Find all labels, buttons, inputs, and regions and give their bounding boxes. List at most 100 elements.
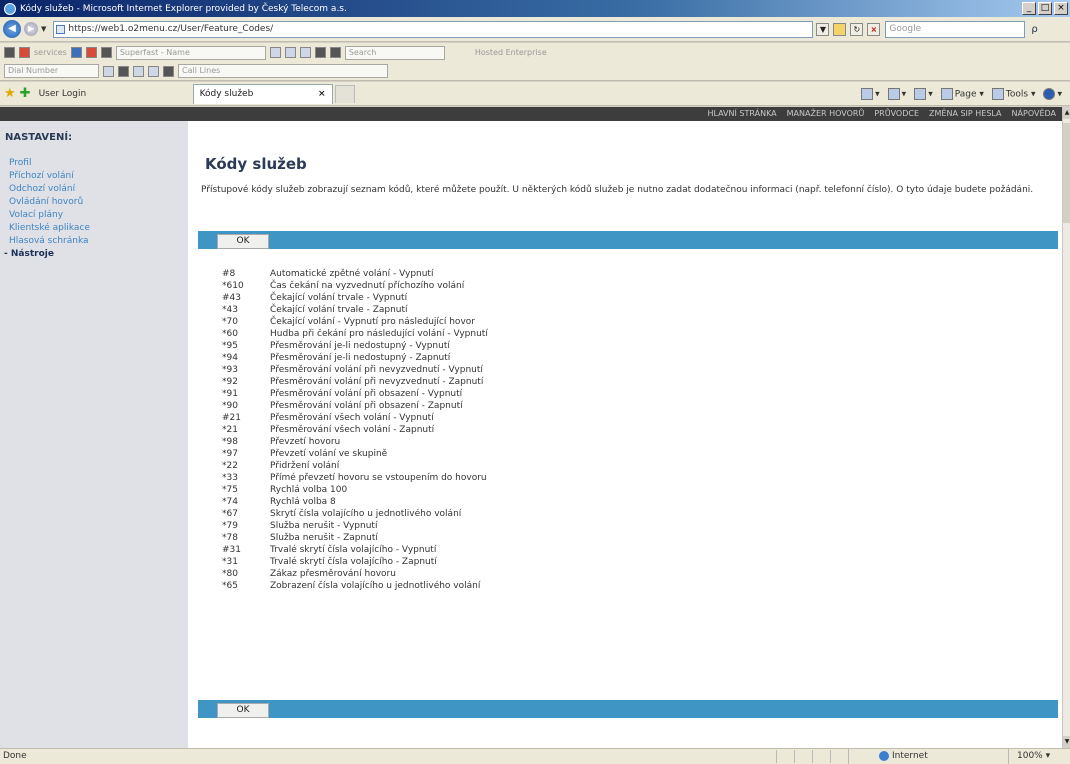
add-favorite-icon[interactable]: ✚ xyxy=(20,86,31,101)
address-bar[interactable]: https://web1.o2menu.cz/User/Feature_Code… xyxy=(53,20,814,38)
toolbar-row-1: services Superfast - Name Search Hosted … xyxy=(0,43,1070,62)
action-bar-top: OK xyxy=(198,231,1058,249)
lock-icon[interactable] xyxy=(833,22,847,36)
home-icon[interactable]: ▾ xyxy=(861,87,880,100)
sidebar-item-nastroje[interactable]: - Nástroje xyxy=(0,248,188,261)
code-value: *75 xyxy=(222,485,238,495)
toolbar-icon-7[interactable] xyxy=(284,47,296,58)
sidebar-item-prichozi[interactable]: Příchozí volání xyxy=(0,170,188,183)
code-value: *60 xyxy=(222,329,238,339)
search-icon[interactable]: ρ xyxy=(1031,24,1037,35)
code-value: *78 xyxy=(222,533,238,543)
toolbar-dropdown-name[interactable]: Superfast - Name xyxy=(115,45,266,60)
hangup-icon[interactable] xyxy=(163,65,174,77)
sidebar-item-klientske[interactable]: Klientské aplikace xyxy=(0,222,188,235)
sidebar-item-ovladani[interactable]: Ovládání hovorů xyxy=(0,196,188,209)
ok-button-top[interactable]: OK xyxy=(217,234,269,249)
page-description: Přístupové kódy služeb zobrazují seznam … xyxy=(201,185,1034,195)
status-pane xyxy=(830,750,848,763)
tools-menu[interactable]: Tools ▾ xyxy=(991,87,1035,100)
page-icon xyxy=(56,24,66,34)
page-scrollbar[interactable]: ▲ ▼ xyxy=(1062,107,1070,748)
toolbar-icon-2[interactable] xyxy=(19,47,30,58)
nav-napoveda[interactable]: NÁPOVĚDA xyxy=(1012,107,1056,121)
minimize-button[interactable]: _ xyxy=(1022,2,1036,15)
toolbar-icon-9[interactable] xyxy=(314,47,326,58)
sidebar-item-hlasova[interactable]: Hlasová schránka xyxy=(0,235,188,248)
toolbar-label-services[interactable]: services xyxy=(34,48,67,57)
status-pane xyxy=(794,750,812,763)
sidebar-item-odchozi[interactable]: Odchozí volání xyxy=(0,183,188,196)
stop-icon[interactable]: × xyxy=(867,22,881,36)
toolbar-label-hosted[interactable]: Hosted Enterprise xyxy=(475,48,547,57)
print-icon[interactable]: ▾ xyxy=(914,87,933,100)
transfer-icon[interactable] xyxy=(133,65,144,77)
toolbar-icon-10[interactable] xyxy=(329,47,341,58)
dial-number-dropdown[interactable]: Dial Number xyxy=(4,64,99,78)
toolbar-icon-1[interactable] xyxy=(4,47,15,58)
new-tab-button[interactable] xyxy=(334,84,355,103)
tab-close-icon[interactable]: × xyxy=(318,85,326,104)
code-value: *94 xyxy=(222,353,238,363)
code-value: *80 xyxy=(222,569,238,579)
address-dropdown-icon[interactable]: ▼ xyxy=(816,22,830,36)
ie-icon xyxy=(4,2,16,15)
nav-zmena-sip-hesla[interactable]: ZMĚNA SIP HESLA xyxy=(929,107,1002,121)
nav-pruvodce[interactable]: PRŮVODCE xyxy=(874,107,919,121)
code-row: *75 Rychlá volba 100 xyxy=(222,484,822,496)
scroll-thumb[interactable] xyxy=(1063,123,1070,223)
code-description: Přímé převzetí hovoru se vstoupením do h… xyxy=(270,473,487,483)
code-value: *610 xyxy=(222,281,244,291)
sidebar-item-volaci-plany[interactable]: Volací plány xyxy=(0,209,188,222)
nav-hlavni-stranka[interactable]: HLAVNÍ STRÁNKA xyxy=(707,107,776,121)
hold-icon[interactable] xyxy=(118,65,129,77)
code-row: #43 Čekající volání trvale - Vypnutí xyxy=(222,292,822,304)
nav-manazer-hovoru[interactable]: MANAŽER HOVORŮ xyxy=(787,107,865,121)
toolbar-search-input[interactable]: Search xyxy=(344,45,445,60)
toolbar-icon-8[interactable] xyxy=(299,47,311,58)
status-pane xyxy=(776,750,794,763)
security-zone[interactable]: Internet xyxy=(848,749,1008,764)
maximize-button[interactable]: □ xyxy=(1038,2,1052,15)
toolbar-icon-3[interactable] xyxy=(70,47,82,58)
refresh-icon[interactable]: ↻ xyxy=(850,22,864,36)
code-row: *610 Čas čekání na vyzvednutí příchozího … xyxy=(222,280,822,292)
code-value: *79 xyxy=(222,521,238,531)
scroll-down-icon[interactable]: ▼ xyxy=(1063,736,1070,748)
back-button[interactable]: ◀ xyxy=(3,20,21,38)
forward-button[interactable]: ▶ xyxy=(24,22,38,36)
zoom-level[interactable]: 100% ▾ xyxy=(1008,749,1070,764)
code-description: Služba nerušit - Zapnutí xyxy=(270,533,378,543)
call-lines-dropdown[interactable]: Call Lines xyxy=(178,64,388,78)
toolbar-icon-5[interactable] xyxy=(100,47,112,58)
toolbar-icon-4[interactable] xyxy=(85,47,97,58)
phone-icon[interactable] xyxy=(103,65,114,77)
ok-button-bottom[interactable]: OK xyxy=(217,703,269,718)
code-value: *67 xyxy=(222,509,238,519)
service-codes-list: #8 Automatické zpětné volání - Vypnutí *61… xyxy=(222,268,822,592)
code-description: Přesměrování všech volání - Zapnutí xyxy=(270,425,435,435)
tab-kody-sluzeb[interactable]: Kódy služeb × xyxy=(192,83,333,104)
history-dropdown-icon[interactable]: ▼ xyxy=(41,25,46,33)
sidebar-item-profil[interactable]: Profil xyxy=(0,157,188,170)
status-bar: Done Internet 100% ▾ xyxy=(0,748,1070,764)
code-row: *90 Přesměrování volání při obsazení - Za… xyxy=(222,400,822,412)
page-menu[interactable]: Page ▾ xyxy=(940,87,984,100)
code-description: Čekající volání trvale - Zapnutí xyxy=(270,305,408,315)
web-page: HLAVNÍ STRÁNKA MANAŽER HOVORŮ PRŮVODCE Z… xyxy=(0,107,1062,748)
code-description: Trvalé skrytí čísla volajícího - Vypnutí xyxy=(270,545,437,555)
scroll-up-icon[interactable]: ▲ xyxy=(1063,107,1070,119)
search-input[interactable]: Google xyxy=(885,20,1026,38)
close-window-button[interactable]: × xyxy=(1054,2,1068,15)
help-icon[interactable]: ▾ xyxy=(1043,87,1062,100)
code-value: #43 xyxy=(222,293,241,303)
code-description: Zobrazení čísla volajícího u jednotlivéh… xyxy=(270,581,481,591)
feeds-icon[interactable]: ▾ xyxy=(887,87,906,100)
favorite-user-login[interactable]: User Login xyxy=(39,89,189,99)
toolbar-icon-6[interactable] xyxy=(269,47,281,58)
code-row: *95 Přesměrování je-li nedostupný - Vypnu… xyxy=(222,340,822,352)
favorites-star-icon[interactable]: ★ xyxy=(4,86,16,101)
conference-icon[interactable] xyxy=(148,65,159,77)
code-description: Převzetí volání ve skupině xyxy=(270,449,388,459)
page-title: Kódy služeb xyxy=(205,155,307,173)
